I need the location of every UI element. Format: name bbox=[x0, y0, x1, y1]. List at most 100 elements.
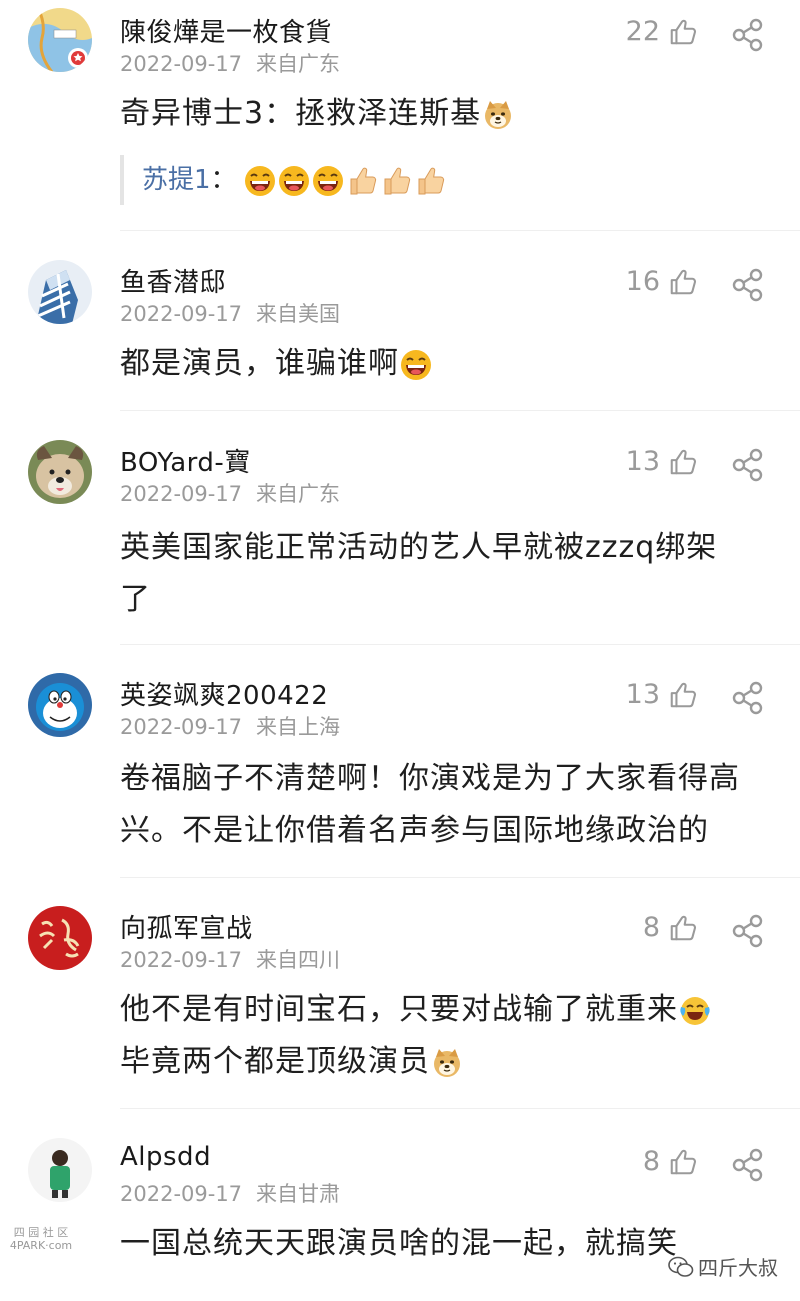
username[interactable]: Alpsdd bbox=[120, 1142, 211, 1172]
doraemon-avatar-icon bbox=[28, 673, 92, 737]
comment-text-body: 他不是有时间宝石，只要对战输了就重来 bbox=[120, 992, 678, 1027]
comment-text-body: 毕竟两个都是顶级演员 bbox=[120, 1044, 430, 1079]
like-button[interactable]: 13 bbox=[626, 679, 698, 710]
username[interactable]: 陳俊燁是一枚食貨 bbox=[120, 12, 332, 49]
comment-meta: 2022-09-17 来自甘肃 bbox=[120, 1178, 340, 1208]
account-name: 四斤大叔 bbox=[698, 1256, 778, 1280]
comment-text-body: 都是演员，谁骗谁啊 bbox=[120, 346, 399, 381]
avatar[interactable] bbox=[28, 440, 92, 504]
comment-text-line: 毕竟两个都是顶级演员 bbox=[120, 1036, 780, 1088]
like-button[interactable]: 8 bbox=[643, 1146, 698, 1177]
divider bbox=[120, 230, 800, 231]
like-count: 13 bbox=[625, 679, 660, 710]
comment-date: 2022-09-17 bbox=[120, 715, 243, 739]
like-count: 13 bbox=[625, 446, 660, 477]
share-icon[interactable] bbox=[730, 1148, 764, 1182]
comment-text: 他不是有时间宝石，只要对战输了就重来 毕竟两个都是顶级演员 bbox=[120, 984, 780, 1088]
dog-avatar-icon bbox=[28, 440, 92, 504]
username[interactable]: BOYard-寶 bbox=[120, 442, 251, 479]
divider bbox=[120, 1108, 800, 1109]
comment-text-line: 兴。不是让你借着名声参与国际地缘政治的 bbox=[120, 813, 709, 848]
comment-location: 来自广东 bbox=[256, 52, 341, 76]
thumbs-up-icon bbox=[668, 447, 698, 477]
like-count: 8 bbox=[642, 1146, 660, 1177]
avatar[interactable] bbox=[28, 673, 92, 737]
thumbs-up-emoji-icon bbox=[414, 165, 446, 197]
comment-meta: 2022-09-17 来自广东 bbox=[120, 478, 340, 508]
avatar[interactable] bbox=[28, 1138, 92, 1202]
reply-preview[interactable]: 苏提1： bbox=[120, 155, 447, 205]
comment-date: 2022-09-17 bbox=[120, 948, 243, 972]
comment-meta: 2022-09-17 来自四川 bbox=[120, 944, 340, 974]
comment-text: 卷福脑子不清楚啊！你演戏是为了大家看得高 兴。不是让你借着名声参与国际地缘政治的 bbox=[120, 753, 780, 857]
building-avatar-icon bbox=[28, 260, 92, 324]
share-icon[interactable] bbox=[730, 268, 764, 302]
watermark-line: 4PARK·com bbox=[9, 1239, 73, 1252]
reply-username[interactable]: 苏提1 bbox=[142, 165, 211, 195]
wechat-icon bbox=[668, 1256, 694, 1277]
comment-text-line: 他不是有时间宝石，只要对战输了就重来 bbox=[120, 984, 780, 1036]
thumbs-up-icon bbox=[668, 680, 698, 710]
comment-location: 来自广东 bbox=[256, 482, 341, 506]
avatar[interactable] bbox=[28, 906, 92, 970]
comment-location: 来自美国 bbox=[256, 302, 341, 326]
divider bbox=[120, 410, 800, 411]
comment-meta: 2022-09-17 来自上海 bbox=[120, 711, 340, 741]
laugh-emoji-icon bbox=[278, 165, 310, 197]
comment-text-body: 一国总统天天跟演员啥的混一起，就搞笑 bbox=[120, 1226, 678, 1261]
calligraphy-avatar-icon bbox=[28, 906, 92, 970]
doge-emoji-icon bbox=[431, 1047, 463, 1079]
comment-text: 都是演员，谁骗谁啊 bbox=[120, 338, 780, 390]
like-button[interactable]: 8 bbox=[643, 912, 698, 943]
comment-text: 奇异博士3：拯救泽连斯基 bbox=[120, 88, 780, 140]
doge-emoji-icon bbox=[482, 99, 514, 131]
like-button[interactable]: 22 bbox=[626, 16, 698, 47]
comment-meta: 2022-09-17 来自广东 bbox=[120, 48, 340, 78]
thumbs-up-icon bbox=[668, 17, 698, 47]
comment-date: 2022-09-17 bbox=[120, 482, 243, 506]
thumbs-up-icon bbox=[668, 1147, 698, 1177]
share-icon[interactable] bbox=[730, 448, 764, 482]
laugh-emoji-icon bbox=[244, 165, 276, 197]
laugh-emoji-icon bbox=[400, 349, 432, 381]
thumbs-up-emoji-icon bbox=[346, 165, 378, 197]
thumbs-up-icon bbox=[668, 913, 698, 943]
like-count: 22 bbox=[625, 16, 660, 47]
comment-date: 2022-09-17 bbox=[120, 1182, 243, 1206]
divider bbox=[120, 644, 800, 645]
share-icon[interactable] bbox=[730, 681, 764, 715]
comment-location: 来自上海 bbox=[256, 715, 341, 739]
share-icon[interactable] bbox=[730, 18, 764, 52]
comment-location: 来自四川 bbox=[256, 948, 341, 972]
comment-date: 2022-09-17 bbox=[120, 302, 243, 326]
comment-text-body: 奇异博士3：拯救泽连斯基 bbox=[120, 96, 482, 131]
laugh-emoji-icon bbox=[312, 165, 344, 197]
reply-colon: ： bbox=[210, 165, 237, 195]
comment-location: 来自甘肃 bbox=[256, 1182, 341, 1206]
thumbs-up-icon bbox=[668, 267, 698, 297]
person-avatar-icon bbox=[28, 1138, 92, 1202]
avatar[interactable] bbox=[28, 260, 92, 324]
username[interactable]: 鱼香潜邸 bbox=[120, 262, 226, 299]
site-watermark: 四 园 社 区 4PARK·com bbox=[8, 1226, 74, 1252]
like-count: 8 bbox=[642, 912, 660, 943]
comment-text-line: 了 bbox=[120, 582, 151, 617]
username[interactable]: 英姿飒爽200422 bbox=[120, 675, 328, 712]
like-button[interactable]: 16 bbox=[626, 266, 698, 297]
share-icon[interactable] bbox=[730, 914, 764, 948]
thumbs-up-emoji-icon bbox=[380, 165, 412, 197]
map-avatar-icon bbox=[28, 8, 92, 72]
comment-text-line: 英美国家能正常活动的艺人早就被zzzq绑架 bbox=[120, 530, 718, 565]
divider bbox=[120, 877, 800, 878]
like-button[interactable]: 13 bbox=[626, 446, 698, 477]
comment-text-line: 卷福脑子不清楚啊！你演戏是为了大家看得高 bbox=[120, 761, 740, 796]
avatar[interactable] bbox=[28, 8, 92, 72]
like-count: 16 bbox=[625, 266, 660, 297]
username[interactable]: 向孤军宣战 bbox=[120, 908, 253, 945]
comment-date: 2022-09-17 bbox=[120, 52, 243, 76]
comment-meta: 2022-09-17 来自美国 bbox=[120, 298, 340, 328]
account-watermark: 四斤大叔 bbox=[668, 1252, 778, 1281]
watermark-line: 四 园 社 区 bbox=[13, 1226, 69, 1239]
cry-laugh-emoji-icon bbox=[679, 995, 711, 1027]
comment-text: 英美国家能正常活动的艺人早就被zzzq绑架 了 bbox=[120, 522, 780, 626]
